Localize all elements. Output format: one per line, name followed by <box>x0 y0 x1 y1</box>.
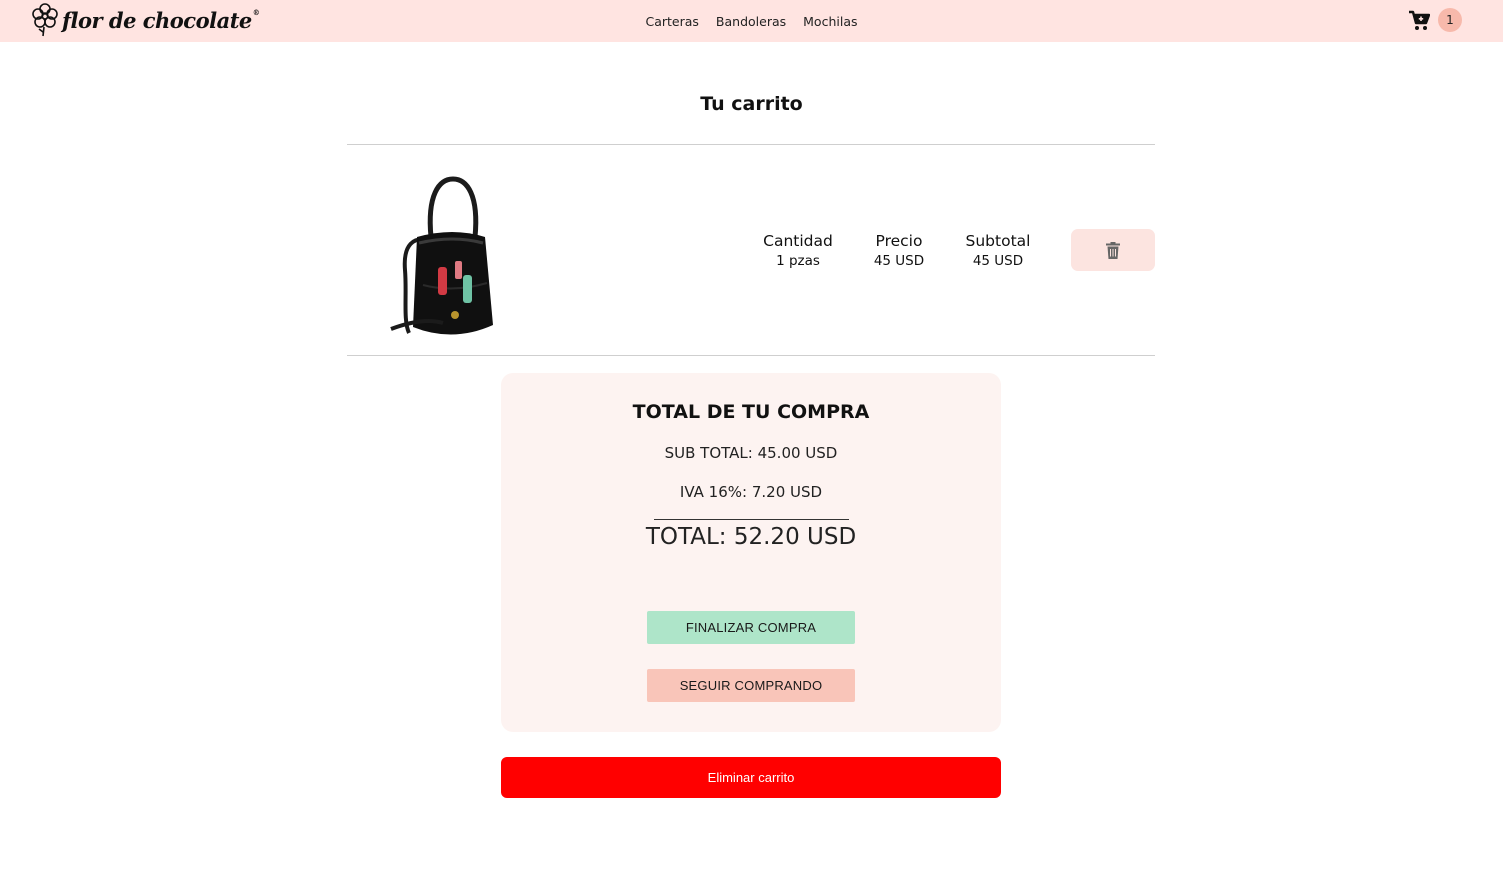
divider-bottom <box>347 355 1155 356</box>
flower-icon <box>32 3 58 37</box>
page-title: Tu carrito <box>700 93 803 115</box>
subtotal-column: Subtotal 45 USD <box>948 231 1048 271</box>
continue-shopping-button[interactable]: SEGUIR COMPRANDO <box>647 669 855 702</box>
clear-cart-button[interactable]: Eliminar carrito <box>501 757 1001 798</box>
nav-link-mochilas[interactable]: Mochilas <box>803 14 857 29</box>
summary-title: TOTAL DE TU COMPRA <box>632 401 870 423</box>
cart-icon[interactable] <box>1408 10 1430 31</box>
navbar: flor de chocolate® Carteras Bandoleras M… <box>0 0 1503 42</box>
quantity-label: Cantidad <box>763 232 833 250</box>
divider-top <box>347 144 1155 145</box>
brand-logo[interactable]: flor de chocolate® <box>30 2 260 38</box>
quantity-column: Cantidad 1 pzas <box>748 231 848 271</box>
finish-purchase-button[interactable]: FINALIZAR COMPRA <box>647 611 855 644</box>
summary-total: TOTAL: 52.20 USD <box>645 524 857 550</box>
quantity-value: 1 pzas <box>776 253 820 269</box>
price-label: Precio <box>875 232 923 250</box>
cart-count-badge: 1 <box>1438 8 1462 32</box>
subtotal-label: Subtotal <box>965 232 1031 250</box>
subtotal-value: 45 USD <box>972 253 1024 269</box>
price-value: 45 USD <box>873 253 925 269</box>
nav-link-carteras[interactable]: Carteras <box>645 14 698 29</box>
summary-divider <box>654 519 849 520</box>
bucket-bag-image <box>390 176 493 335</box>
brand-name: flor de chocolate® <box>62 7 260 33</box>
summary-iva: IVA 16%: 7.20 USD <box>679 483 823 501</box>
price-column: Precio 45 USD <box>849 231 949 271</box>
nav-link-bandoleras[interactable]: Bandoleras <box>716 14 786 29</box>
order-summary: TOTAL DE TU COMPRA SUB TOTAL: 45.00 USD … <box>501 373 1001 732</box>
summary-subtotal: SUB TOTAL: 45.00 USD <box>664 444 838 462</box>
delete-item-button[interactable] <box>1071 229 1155 271</box>
trash-icon <box>1106 241 1120 259</box>
